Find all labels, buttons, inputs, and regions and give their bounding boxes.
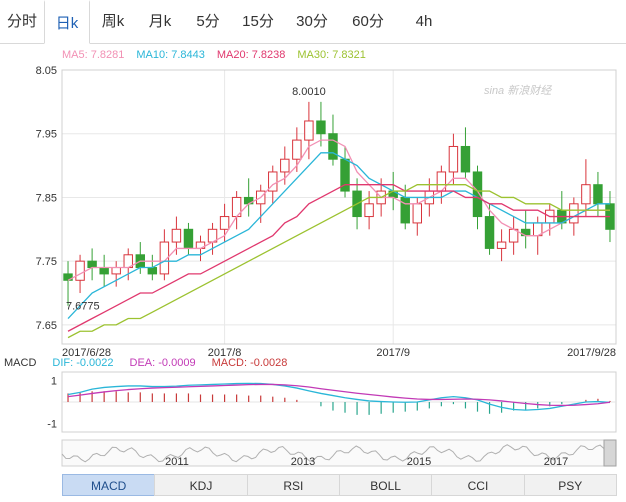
candle-body — [87, 260, 97, 269]
candle-body — [304, 120, 314, 141]
overview-year-label: 2017 — [544, 456, 568, 468]
candle-body — [280, 158, 290, 173]
candle-body — [581, 184, 591, 205]
tab-1[interactable]: 日k — [44, 0, 90, 44]
tab-5[interactable]: 15分 — [232, 0, 284, 44]
candle-body — [171, 228, 182, 243]
candle-body — [593, 184, 603, 205]
y-tick-label: 7.95 — [36, 129, 57, 141]
plot-frame — [61, 69, 617, 345]
y-tick-label: 7.65 — [36, 320, 57, 332]
candle-body — [484, 216, 495, 249]
x-tick-label: 2017/9 — [376, 347, 410, 356]
y-tick-label: 8.05 — [36, 65, 57, 77]
overview-year-label: 2015 — [407, 456, 431, 468]
candle-body — [111, 267, 121, 275]
candle-body — [99, 267, 109, 275]
indicator-tab-macd[interactable]: MACD — [62, 474, 156, 496]
candle-body — [328, 133, 338, 160]
tab-6[interactable]: 30分 — [284, 0, 340, 44]
x-tick-label: 2017/9/28 — [567, 347, 616, 356]
low-annotation: 7.6775 — [66, 300, 100, 312]
tab-7[interactable]: 60分 — [340, 0, 396, 44]
candle-body — [496, 241, 507, 249]
macd-legend-item: MACD — [4, 357, 37, 369]
tab-3[interactable]: 月k — [136, 0, 184, 44]
y-tick-label: 7.75 — [36, 256, 57, 268]
dif-line — [67, 382, 611, 411]
macd-legend-item: DEA: -0.0009 — [129, 357, 196, 369]
period-tabs: 分时 日k 周k 月k 5分 15分 30分 60分 4h — [0, 0, 626, 44]
macd-chart[interactable]: 1 -1 — [0, 370, 626, 436]
candle-body — [183, 228, 194, 249]
macd-legend-item: DIF: -0.0022 — [52, 357, 114, 369]
indicator-tabs: MACD KDJ RSI BOLL CCI PSY — [62, 474, 617, 496]
indicator-tab-kdj[interactable]: KDJ — [154, 474, 248, 496]
y-tick-label: 7.85 — [36, 192, 57, 204]
macd-y-tick: -1 — [47, 418, 57, 430]
x-tick-label: 2017/8 — [208, 347, 242, 356]
overview-year-label: 2011 — [165, 456, 189, 468]
candle-body — [412, 203, 422, 224]
candle-body — [472, 171, 483, 218]
indicator-tab-cci[interactable]: CCI — [431, 474, 525, 496]
macd-legend: MACD DIF: -0.0022 DEA: -0.0009 MACD: -0.002… — [4, 357, 287, 369]
candle-body — [75, 260, 85, 281]
tab-8[interactable]: 4h — [396, 0, 452, 44]
overview-year-label: 2013 — [291, 456, 315, 468]
overview-frame — [61, 439, 617, 467]
candle-body — [147, 267, 158, 275]
candle-body — [364, 203, 374, 218]
indicator-tab-rsi[interactable]: RSI — [246, 474, 340, 496]
indicator-tab-psy[interactable]: PSY — [523, 474, 617, 496]
candle-body — [219, 216, 230, 230]
candle-body — [400, 196, 410, 224]
candle-body — [292, 139, 302, 160]
tab-4[interactable]: 5分 — [184, 0, 232, 44]
indicator-tab-boll[interactable]: BOLL — [338, 474, 433, 496]
ma20-line — [67, 184, 610, 332]
candle-body — [448, 145, 459, 173]
candle-body — [316, 120, 326, 135]
candlestick-chart[interactable]: 8.05 7.95 7.85 7.75 7.65 2017/6/28 2017/8 2017/… — [0, 44, 626, 356]
x-tick-label: 2017/6/28 — [62, 347, 111, 356]
overview-handle — [603, 439, 617, 467]
overview-navigator[interactable]: 2011 2013 2015 2017 — [0, 438, 626, 470]
high-annotation: 8.0010 — [292, 86, 326, 98]
candle-body — [569, 203, 579, 224]
tab-0[interactable]: 分时 — [0, 0, 44, 44]
candle-body — [460, 145, 471, 173]
macd-y-tick: 1 — [51, 376, 57, 388]
tab-2[interactable]: 周k — [90, 0, 136, 44]
macd-legend-item: MACD: -0.0028 — [211, 357, 288, 369]
